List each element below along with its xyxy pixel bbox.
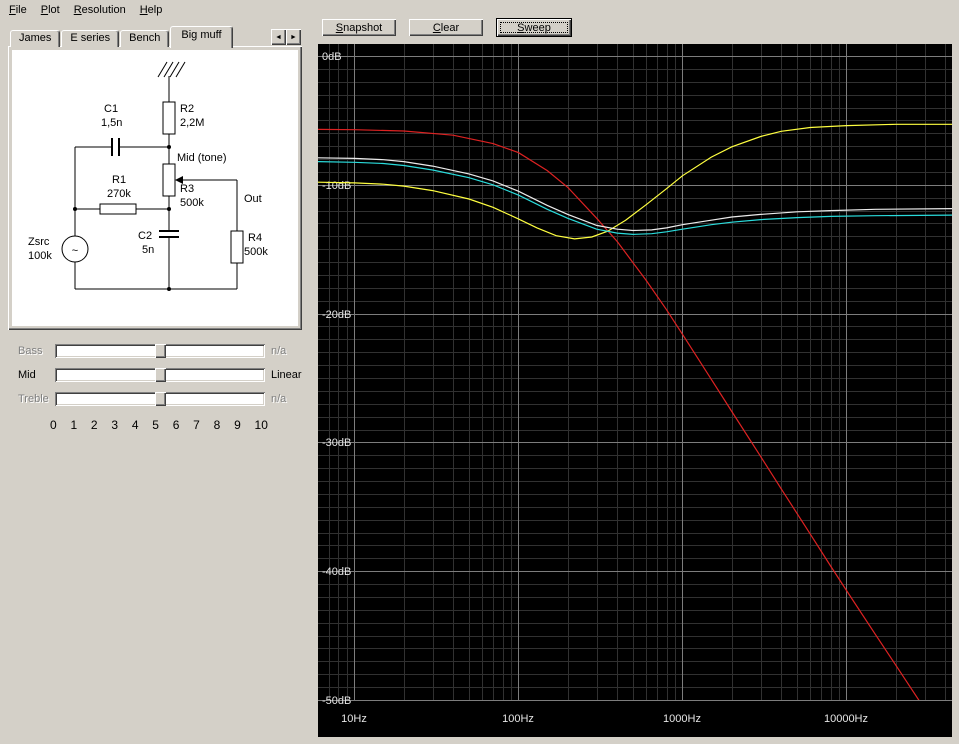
- label-r2-name: R2: [180, 103, 194, 115]
- label-r1-value: 270k: [107, 188, 131, 200]
- x-axis-tick-label: 1000Hz: [663, 713, 701, 725]
- mid-label: Mid: [18, 369, 36, 381]
- tab-scroll-buttons: ◄ ►: [271, 29, 301, 45]
- scale-number: 9: [234, 418, 241, 432]
- bass-label: Bass: [18, 345, 42, 357]
- x-axis-tick-label: 10Hz: [341, 713, 367, 725]
- label-c1-name: C1: [104, 103, 118, 115]
- tab-bench[interactable]: Bench: [120, 30, 169, 47]
- scale-number: 1: [70, 418, 77, 432]
- plot-canvas: 0dB-10dB-20dB-30dB-40dB-50dB10Hz100Hz100…: [318, 44, 952, 737]
- resistor-r1: [100, 204, 136, 214]
- y-axis-tick-label: 0dB: [322, 51, 342, 63]
- menu-file-label: File: [9, 4, 27, 16]
- bass-slider-row: Bass n/a: [0, 344, 312, 359]
- scale-number: 0: [50, 418, 57, 432]
- y-axis-tick-label: -40dB: [322, 566, 351, 578]
- label-r2-value: 2,2M: [180, 117, 204, 129]
- label-r4-name: R4: [248, 232, 262, 244]
- tab-strip: James E series Bench Big muff: [10, 28, 234, 47]
- menu-resolution-label: Resolution: [74, 4, 126, 16]
- arrow-left-icon: ◄: [275, 34, 282, 41]
- scale-number: 4: [132, 418, 139, 432]
- circuit-components: [62, 102, 243, 263]
- slider-scale: 0123456789 10: [50, 418, 268, 432]
- sweep-button-label: Sweep: [517, 22, 551, 34]
- tab-james-label: James: [19, 32, 51, 44]
- curve-sweep-red: [318, 129, 952, 737]
- label-zsrc-value: 100k: [28, 250, 52, 262]
- tab-scroll-left-button[interactable]: ◄: [271, 29, 286, 45]
- circuit-panel: C1 1,5n R2 2,2M Mid (tone) R3 500k R1 27…: [8, 46, 302, 330]
- mid-slider-track[interactable]: [55, 368, 265, 382]
- potentiometer-r3: [163, 164, 175, 196]
- menu-help-label: Help: [140, 4, 163, 16]
- resistor-r4: [231, 231, 243, 263]
- label-r3-name: R3: [180, 183, 194, 195]
- scale-number: 8: [214, 418, 221, 432]
- treble-slider-track: [55, 392, 265, 406]
- circuit-wires: [75, 62, 237, 289]
- label-pot: Mid (tone): [177, 152, 227, 164]
- menu-plot[interactable]: Plot: [34, 1, 67, 19]
- y-axis-tick-label: -20dB: [322, 309, 351, 321]
- arrow-right-icon: ►: [290, 34, 297, 41]
- treble-label: Treble: [18, 393, 49, 405]
- plot-grid: [318, 44, 952, 701]
- x-axis-tick-label: 10000Hz: [824, 713, 868, 725]
- scale-number: 7: [193, 418, 200, 432]
- label-c1-value: 1,5n: [101, 117, 122, 129]
- tab-big-muff[interactable]: Big muff: [170, 26, 232, 48]
- circuit-schematic: C1 1,5n R2 2,2M Mid (tone) R3 500k R1 27…: [12, 50, 298, 326]
- mid-taper-label: Linear: [271, 369, 302, 381]
- bass-taper-label: n/a: [271, 345, 286, 357]
- treble-slider-thumb: [155, 392, 166, 406]
- menu-file[interactable]: File: [2, 1, 34, 19]
- treble-slider-row: Treble n/a: [0, 392, 312, 407]
- mid-slider-thumb[interactable]: [155, 368, 166, 382]
- snapshot-button-label: Snapshot: [336, 22, 383, 34]
- source-sine-symbol: ~: [72, 245, 78, 257]
- label-c2-name: C2: [138, 230, 152, 242]
- circuit-diagram: C1 1,5n R2 2,2M Mid (tone) R3 500k R1 27…: [12, 50, 296, 324]
- curve-sweep-white: [318, 158, 952, 231]
- clear-button-label: Clear: [433, 22, 459, 34]
- tone-stack-calculator-window: File Plot Resolution Help James E series…: [0, 0, 959, 744]
- junction-dots: [73, 145, 171, 291]
- tab-e-series[interactable]: E series: [61, 30, 119, 47]
- clear-button[interactable]: Clear: [409, 19, 483, 36]
- tab-e-series-label: E series: [70, 32, 110, 44]
- label-out: Out: [244, 193, 262, 205]
- sweep-button[interactable]: Sweep: [497, 19, 571, 36]
- x-axis-tick-label: 100Hz: [502, 713, 534, 725]
- label-r4-value: 500k: [244, 246, 268, 258]
- y-axis-tick-label: -30dB: [322, 437, 351, 449]
- scale-number: 5: [152, 418, 159, 432]
- resistor-r2: [163, 102, 175, 134]
- tab-james[interactable]: James: [10, 30, 60, 47]
- menu-bar: File Plot Resolution Help: [0, 0, 959, 20]
- menu-plot-label: Plot: [41, 4, 60, 16]
- scale-number: 3: [111, 418, 118, 432]
- tab-bench-label: Bench: [129, 32, 160, 44]
- bass-slider-thumb: [155, 344, 166, 358]
- scale-number: 2: [91, 418, 98, 432]
- treble-taper-label: n/a: [271, 393, 286, 405]
- tab-scroll-right-button[interactable]: ►: [286, 29, 301, 45]
- frequency-response-plot: 0dB-10dB-20dB-30dB-40dB-50dB10Hz100Hz100…: [318, 44, 952, 737]
- y-axis-tick-label: -50dB: [322, 695, 351, 707]
- label-r3-value: 500k: [180, 197, 204, 209]
- snapshot-button[interactable]: Snapshot: [322, 19, 396, 36]
- scale-number: 10: [255, 418, 268, 432]
- menu-resolution[interactable]: Resolution: [67, 1, 133, 19]
- label-c2-value: 5n: [142, 244, 154, 256]
- scale-number: 6: [173, 418, 180, 432]
- menu-help[interactable]: Help: [133, 1, 170, 19]
- curve-sweep-yellow: [318, 124, 952, 239]
- label-r1-name: R1: [112, 174, 126, 186]
- mid-slider-row: Mid Linear: [0, 368, 312, 383]
- tab-big-muff-label: Big muff: [181, 29, 221, 41]
- bass-slider-track: [55, 344, 265, 358]
- label-zsrc-name: Zsrc: [28, 236, 50, 248]
